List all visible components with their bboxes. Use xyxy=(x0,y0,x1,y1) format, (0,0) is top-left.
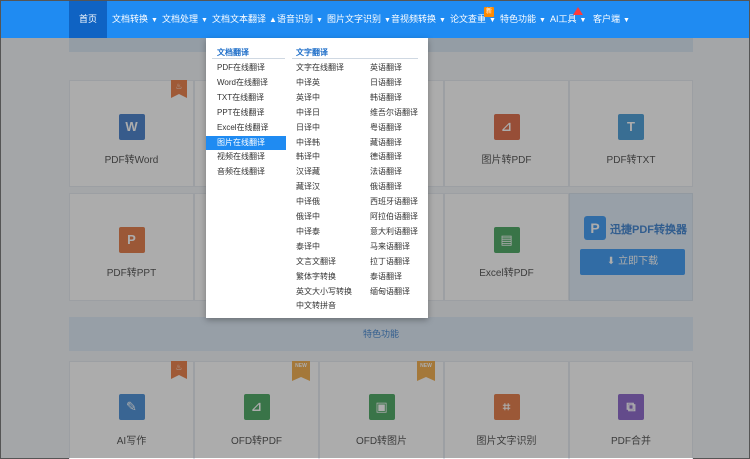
dropdown-menu-item[interactable]: 日语翻译 xyxy=(370,76,402,90)
top-nav: 首页 文档转换 ▼ 文档处理 ▼ 文档文本翻译 ▲ 语音识别 ▼ 图片文字识别 ▼ 音视频… xyxy=(1,1,749,38)
chevron-down-icon: ▼ xyxy=(623,17,630,24)
dropdown-menu-item[interactable]: 音频在线翻译 xyxy=(217,165,265,179)
dropdown-menu-item[interactable]: 日译中 xyxy=(296,121,320,135)
chevron-down-icon: ▼ xyxy=(439,17,446,24)
dropdown-menu-item[interactable]: 中译俄 xyxy=(296,195,320,209)
dropdown-menu-item[interactable]: 繁体字转换 xyxy=(296,270,336,284)
nav-special[interactable]: 特色功能 ▼ xyxy=(500,1,546,38)
chevron-down-icon: ▼ xyxy=(539,17,546,24)
dropdown-menu-item[interactable]: 韩译中 xyxy=(296,150,320,164)
dropdown-menu-item[interactable]: PPT在线翻译 xyxy=(217,106,265,120)
chevron-down-icon: ▼ xyxy=(201,17,208,24)
dropdown-menu-item[interactable]: 法语翻译 xyxy=(370,165,402,179)
text-translate-heading: 文字翻译 xyxy=(296,48,328,57)
new-badge: 新 xyxy=(484,7,494,17)
dropdown-menu-item[interactable]: 文字在线翻译 xyxy=(296,61,344,75)
dropdown-menu-item[interactable]: 中译英 xyxy=(296,76,320,90)
dropdown-menu-item[interactable]: 缅甸语翻译 xyxy=(370,285,410,299)
dropdown-menu-item[interactable]: 粤语翻译 xyxy=(370,121,402,135)
nav-label: 文档转换 xyxy=(112,14,149,24)
dropdown-menu-item[interactable]: 汉译藏 xyxy=(296,165,320,179)
dropdown-menu-item[interactable]: 藏译汉 xyxy=(296,180,320,194)
chevron-up-icon: ▲ xyxy=(269,15,277,24)
dropdown-menu-item[interactable]: 维吾尔语翻译 xyxy=(370,106,418,120)
dropdown-menu-item[interactable]: 泰语翻译 xyxy=(370,270,402,284)
nav-home[interactable]: 首页 xyxy=(69,1,107,38)
dropdown-menu-item[interactable]: 意大利语翻译 xyxy=(370,225,418,239)
nav-client[interactable]: 客户端 ▼ xyxy=(593,1,630,38)
dropdown-menu-item[interactable]: Word在线翻译 xyxy=(217,76,268,90)
dropdown-menu-item[interactable]: 俄译中 xyxy=(296,210,320,224)
divider xyxy=(292,58,418,59)
chevron-down-icon: ▼ xyxy=(316,17,323,24)
dropdown-menu-item[interactable]: 西班牙语翻译 xyxy=(370,195,418,209)
nav-label: 文档处理 xyxy=(162,14,199,24)
doc-translate-heading: 文档翻译 xyxy=(217,48,249,57)
divider xyxy=(212,58,285,59)
chevron-down-icon: ▼ xyxy=(151,17,158,24)
dropdown-menu-item[interactable]: Excel在线翻译 xyxy=(217,121,269,135)
nav-label: 特色功能 xyxy=(500,14,537,24)
dropdown-menu-item[interactable]: 俄语翻译 xyxy=(370,180,402,194)
dropdown-menu-item[interactable]: TXT在线翻译 xyxy=(217,91,264,105)
nav-label: 客户端 xyxy=(593,14,621,24)
dropdown-menu-item[interactable]: 德语翻译 xyxy=(370,150,402,164)
nav-doc-translate[interactable]: 文档文本翻译 ▲ xyxy=(212,1,277,38)
dropdown-menu-item[interactable]: 中译韩 xyxy=(296,136,320,150)
chevron-down-icon: ▼ xyxy=(579,17,587,24)
nav-ocr[interactable]: 图片文字识别 ▼ xyxy=(327,1,391,38)
dropdown-menu-item[interactable]: 马来语翻译 xyxy=(370,240,410,254)
dropdown-menu-item[interactable]: 中译泰 xyxy=(296,225,320,239)
hot-arrow-icon xyxy=(573,7,583,15)
dropdown-menu-item[interactable]: 英译中 xyxy=(296,91,320,105)
dropdown-menu-item[interactable]: 文言文翻译 xyxy=(296,255,336,269)
dropdown-menu-item[interactable]: 泰译中 xyxy=(296,240,320,254)
dropdown-menu-item[interactable]: 韩语翻译 xyxy=(370,91,402,105)
dropdown-menu-item[interactable]: 中译日 xyxy=(296,106,320,120)
dropdown-menu-item[interactable]: 图片在线翻译 xyxy=(206,135,286,150)
nav-doc-convert[interactable]: 文档转换 ▼ xyxy=(112,1,158,38)
dropdown-menu-item[interactable]: 拉丁语翻译 xyxy=(370,255,410,269)
nav-doc-process[interactable]: 文档处理 ▼ xyxy=(162,1,208,38)
nav-av-convert[interactable]: 音视频转换 ▼ xyxy=(391,1,446,38)
dropdown-menu-item[interactable]: 视频在线翻译 xyxy=(217,150,265,164)
nav-label: 音视频转换 xyxy=(391,14,437,24)
dropdown-menu-item[interactable]: 英文大小写转换 xyxy=(296,285,352,299)
nav-label: 语音识别 xyxy=(277,14,314,24)
dropdown-menu-item[interactable]: 藏语翻译 xyxy=(370,136,402,150)
nav-home-label: 首页 xyxy=(78,14,97,24)
translate-dropdown: 文档翻译 文字翻译 PDF在线翻译 Word在线翻译 TXT在线翻译 PPT在线翻译 E… xyxy=(206,38,428,318)
dropdown-menu-item[interactable]: 中文转拼音 xyxy=(296,299,336,313)
nav-label: 文档文本翻译 xyxy=(212,14,267,24)
dropdown-menu-item[interactable]: 英语翻译 xyxy=(370,61,402,75)
chevron-down-icon: ▼ xyxy=(384,17,391,24)
dropdown-menu-item[interactable]: PDF在线翻译 xyxy=(217,61,265,75)
nav-label: 论文查重 xyxy=(450,14,487,24)
dropdown-menu-item[interactable]: 阿拉伯语翻译 xyxy=(370,210,418,224)
nav-label: 图片文字识别 xyxy=(327,14,382,24)
nav-speech[interactable]: 语音识别 ▼ xyxy=(277,1,323,38)
chevron-down-icon: ▼ xyxy=(489,17,496,24)
nav-label: AI工具 xyxy=(550,14,577,24)
